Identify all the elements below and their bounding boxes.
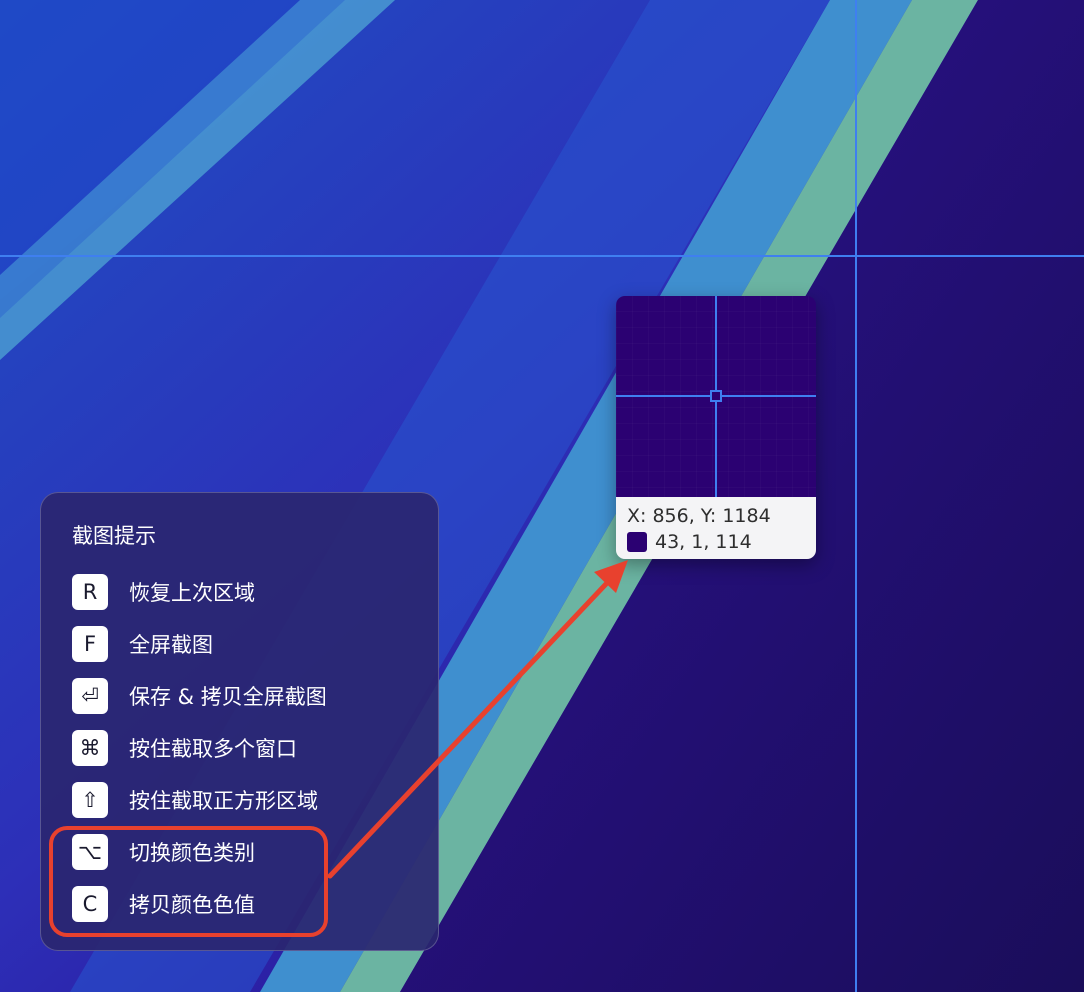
tip-label: 全屏截图 — [129, 633, 213, 657]
color-value-row: 43, 1, 114 — [627, 529, 816, 555]
tip-label: 恢复上次区域 — [129, 581, 255, 605]
tip-label: 保存 & 拷贝全屏截图 — [129, 685, 327, 709]
screen-capture-overlay[interactable]: X: 856, Y: 1184 43, 1, 114 截图提示 R 恢复上次区域… — [0, 0, 1084, 992]
key-r-icon: R — [72, 574, 108, 610]
cursor-coordinates: X: 856, Y: 1184 — [627, 505, 771, 527]
key-f-icon: F — [72, 626, 108, 662]
tips-title: 截图提示 — [72, 524, 156, 548]
tip-restore-last-region: R 恢复上次区域 — [72, 574, 255, 610]
crosshair-horizontal-guide — [0, 255, 1084, 257]
rgb-value: 43, 1, 114 — [655, 531, 752, 553]
command-key-icon: ⌘ — [72, 730, 108, 766]
tip-save-copy-fullscreen: ⏎ 保存 & 拷贝全屏截图 — [72, 678, 327, 714]
return-key-icon: ⏎ — [72, 678, 108, 714]
tip-label: 按住截取正方形区域 — [129, 789, 318, 813]
magnifier-info-panel: X: 856, Y: 1184 43, 1, 114 — [616, 497, 816, 559]
magnified-pixel-view — [616, 296, 816, 497]
color-swatch — [627, 532, 647, 552]
shift-key-icon: ⇧ — [72, 782, 108, 818]
annotation-highlight-box — [49, 826, 328, 937]
magnifier-center-pixel — [710, 390, 722, 402]
tip-multi-window: ⌘ 按住截取多个窗口 — [72, 730, 297, 766]
tip-label: 按住截取多个窗口 — [129, 737, 297, 761]
tip-square-region: ⇧ 按住截取正方形区域 — [72, 782, 318, 818]
tip-fullscreen-capture: F 全屏截图 — [72, 626, 213, 662]
color-picker-magnifier: X: 856, Y: 1184 43, 1, 114 — [616, 296, 816, 559]
crosshair-vertical-guide — [855, 0, 857, 992]
